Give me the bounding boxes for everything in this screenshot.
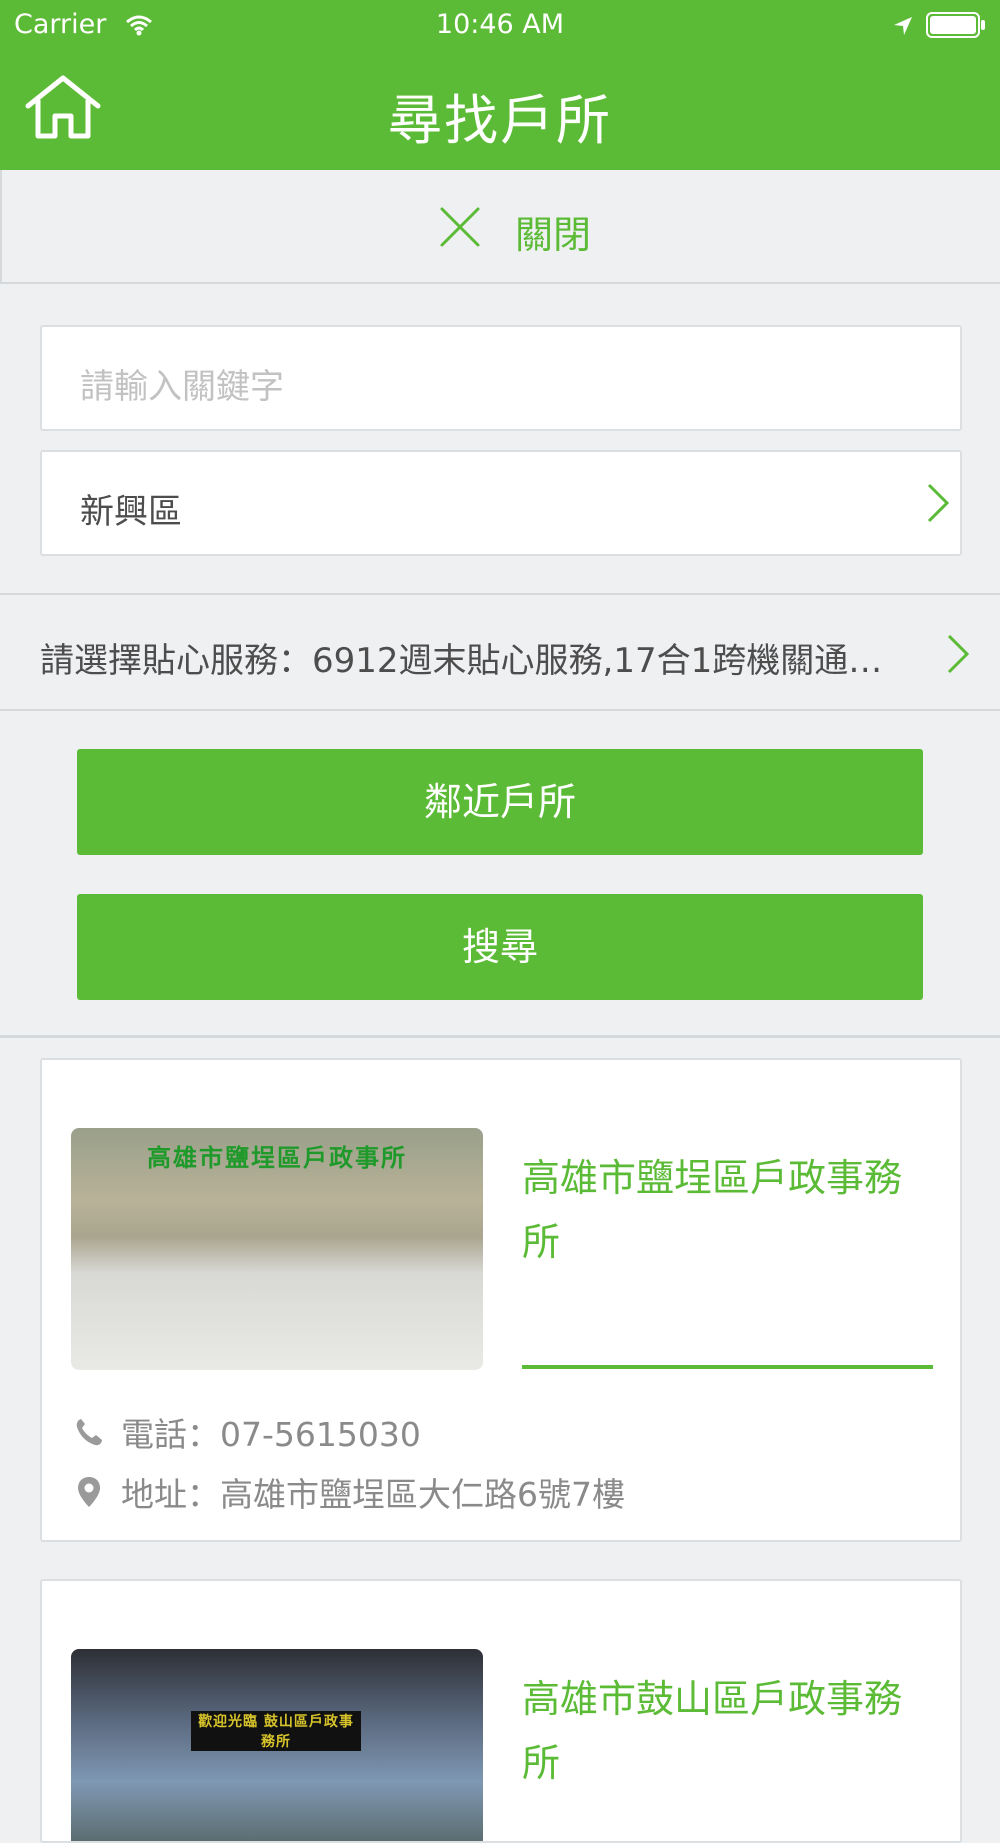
office-card[interactable]: 高雄市鹽埕區戶政事所 高雄市鹽埕區戶政事務所 電話：07-5615030 地址：… bbox=[40, 1058, 962, 1542]
district-select[interactable]: 新興區 bbox=[40, 450, 962, 556]
office-phone[interactable]: 電話：07-5615030 bbox=[71, 1408, 421, 1456]
divider bbox=[0, 1035, 1000, 1038]
office-address[interactable]: 地址：高雄市鹽埕區大仁路6號7樓 bbox=[71, 1468, 625, 1516]
office-photo: 高雄市鹽埕區戶政事所 bbox=[71, 1128, 483, 1370]
office-address-text: 地址：高雄市鹽埕區大仁路6號7樓 bbox=[121, 1475, 625, 1514]
keyword-placeholder: 請輸入關鍵字 bbox=[80, 367, 284, 407]
phone-icon bbox=[71, 1417, 107, 1447]
title-underline bbox=[522, 1365, 933, 1369]
office-name[interactable]: 高雄市鼓山區戶政事務所 bbox=[522, 1667, 932, 1795]
office-photo-sign: 高雄市鹽埕區戶政事所 bbox=[147, 1144, 407, 1172]
close-icon bbox=[439, 206, 481, 257]
nearby-office-button[interactable]: 鄰近戶所 bbox=[77, 749, 923, 855]
battery-icon bbox=[926, 12, 986, 45]
status-bar: Carrier 10:46 AM bbox=[0, 0, 1000, 50]
office-phone-text: 電話：07-5615030 bbox=[121, 1415, 421, 1454]
office-name[interactable]: 高雄市鹽埕區戶政事務所 bbox=[522, 1146, 932, 1274]
office-photo: 歡迎光臨 鼓山區戶政事務所 bbox=[71, 1649, 483, 1841]
district-value: 新興區 bbox=[80, 492, 182, 532]
service-text: 請選擇貼心服務：6912週末貼心服務,17合1跨機關通… bbox=[40, 641, 883, 681]
service-select[interactable]: 請選擇貼心服務：6912週末貼心服務,17合1跨機關通… bbox=[0, 593, 1000, 711]
office-card[interactable]: 歡迎光臨 鼓山區戶政事務所 高雄市鼓山區戶政事務所 bbox=[40, 1579, 962, 1843]
chevron-right-icon bbox=[946, 633, 970, 684]
search-button[interactable]: 搜尋 bbox=[77, 894, 923, 1000]
nav-bar: 尋找戶所 bbox=[0, 50, 1000, 170]
location-arrow-icon bbox=[892, 13, 914, 44]
office-photo-sign: 歡迎光臨 鼓山區戶政事務所 bbox=[191, 1711, 361, 1751]
close-panel-button[interactable]: 關閉 bbox=[0, 170, 1000, 284]
map-pin-icon bbox=[71, 1476, 107, 1508]
close-label: 關閉 bbox=[515, 213, 592, 257]
clock: 10:46 AM bbox=[435, 9, 565, 40]
chevron-right-icon bbox=[926, 482, 950, 533]
page-title: 尋找戶所 bbox=[388, 89, 612, 152]
keyword-input[interactable]: 請輸入關鍵字 bbox=[40, 325, 962, 431]
